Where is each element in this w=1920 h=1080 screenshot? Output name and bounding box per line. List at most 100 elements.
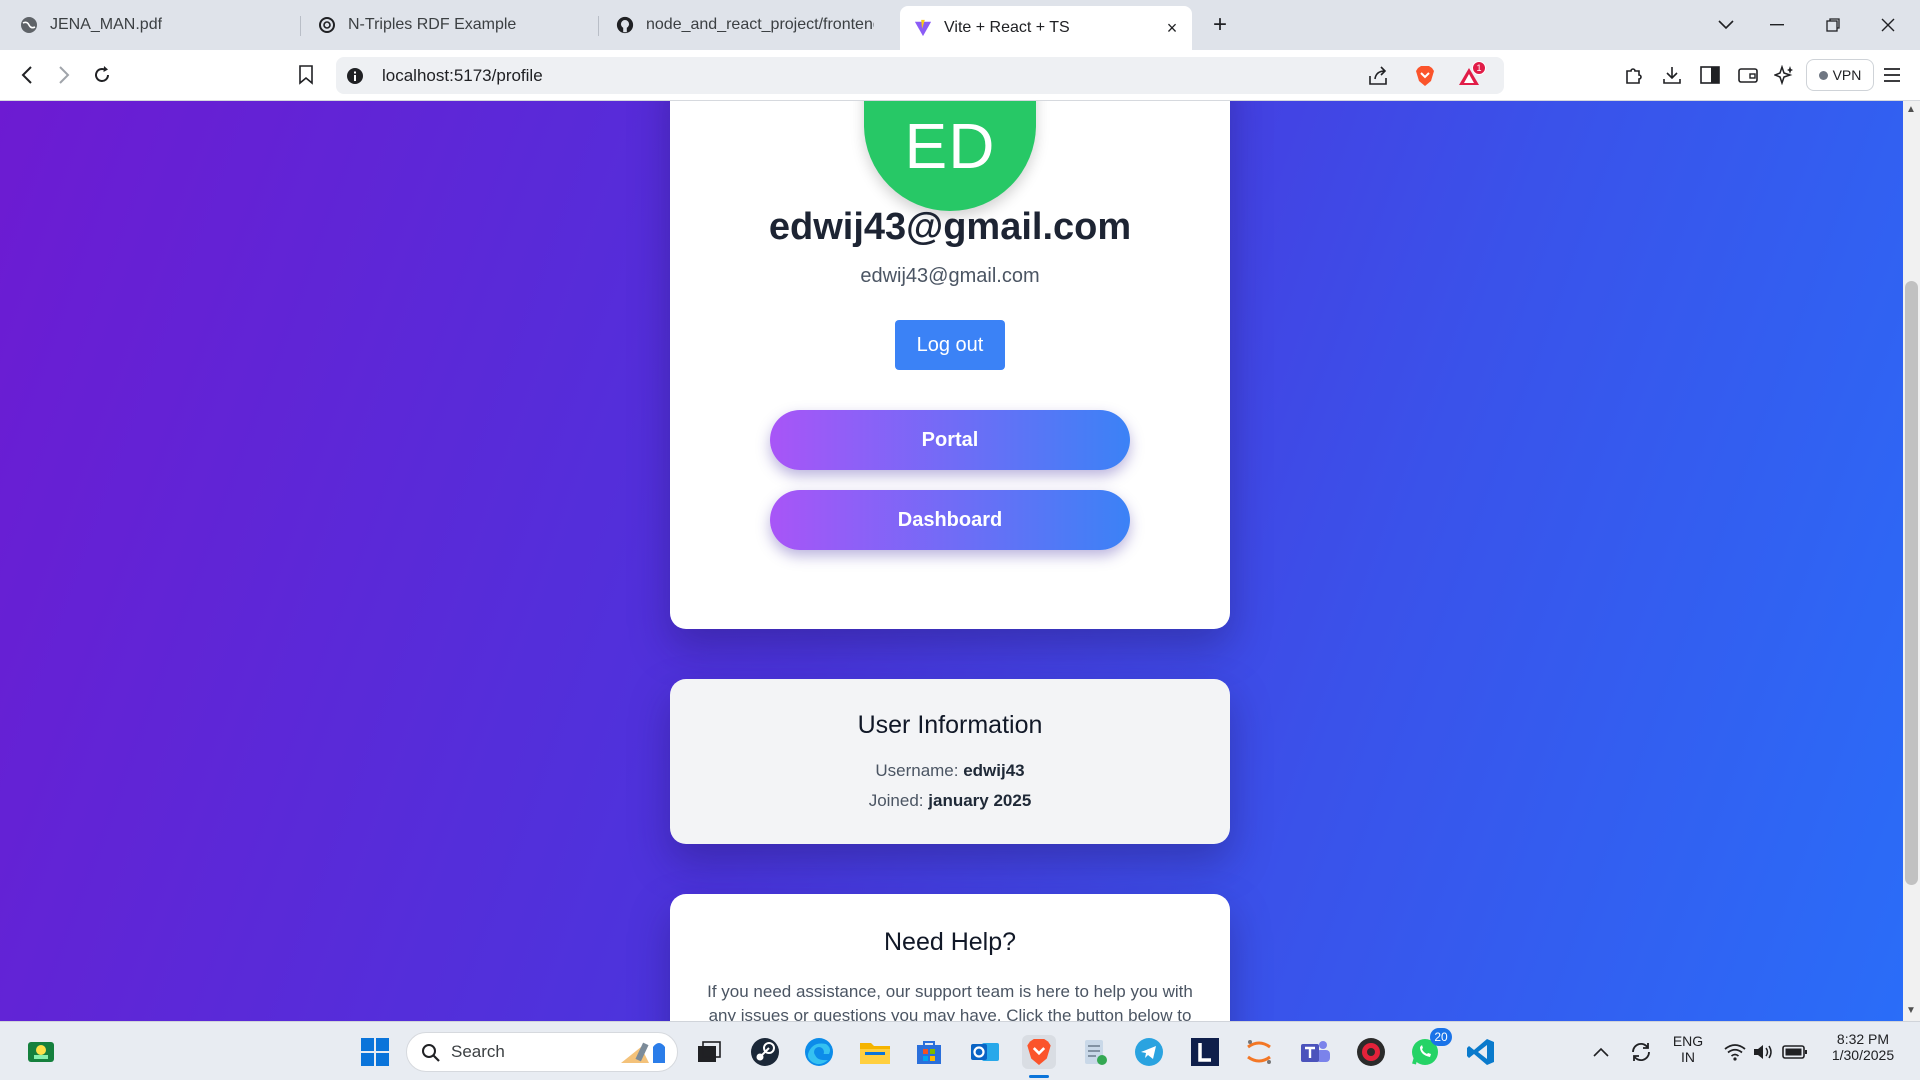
tab-separator	[300, 16, 301, 36]
whatsapp-icon[interactable]: 20	[1408, 1028, 1452, 1069]
joined-row: Joined: january 2025	[670, 791, 1230, 811]
avatar: ED	[864, 101, 1036, 211]
portal-button[interactable]: Portal	[770, 410, 1130, 470]
brave-browser-icon[interactable]	[1022, 1035, 1056, 1078]
globe-icon	[20, 16, 38, 34]
tab-vite-react[interactable]: Vite + React + TS ×	[900, 6, 1192, 50]
help-text: If you need assistance, our support team…	[707, 982, 1193, 1021]
vpn-label: VPN	[1832, 67, 1862, 83]
github-icon	[616, 16, 634, 34]
scroll-up-icon[interactable]: ▲	[1906, 104, 1916, 115]
help-title: Need Help?	[883, 928, 1017, 956]
tab-jena-man[interactable]: JENA_MAN.pdf	[6, 6, 296, 44]
davinci-icon[interactable]	[1354, 1035, 1388, 1069]
joined-label: Joined:	[868, 791, 924, 810]
new-tab-button[interactable]: +	[1200, 8, 1240, 42]
search-icon	[421, 1043, 441, 1068]
outlook-icon[interactable]	[968, 1035, 1002, 1069]
tab-label: node_and_react_project/frontend/sr	[646, 16, 874, 33]
battery-icon[interactable]	[1778, 1035, 1812, 1069]
browser-tab-strip: JENA_MAN.pdf N-Triples RDF Example node_…	[0, 0, 1920, 50]
tab-label: Vite + React + TS	[944, 19, 1070, 36]
jupyter-icon[interactable]	[1242, 1035, 1276, 1069]
notepad-icon[interactable]	[1078, 1035, 1112, 1069]
language-code: ENG	[1672, 1033, 1704, 1049]
clock-time: 8:32 PM	[1836, 1031, 1890, 1047]
reload-icon[interactable]	[86, 59, 118, 91]
menu-icon[interactable]	[1876, 59, 1908, 91]
chevron-up-icon[interactable]	[1584, 1035, 1618, 1069]
username-row: Username: edwij43	[670, 761, 1230, 781]
vpn-button[interactable]: VPN	[1806, 59, 1874, 91]
dashboard-button[interactable]: Dashboard	[770, 490, 1130, 550]
start-icon[interactable]	[358, 1035, 392, 1069]
profile-name: edwij43@gmail.com	[768, 206, 1132, 248]
vite-icon	[914, 19, 932, 37]
taskbar-search[interactable]: Search	[406, 1032, 678, 1072]
task-view-icon[interactable]	[692, 1035, 726, 1069]
vpn-status-icon	[1818, 70, 1828, 80]
site-info-icon[interactable]	[342, 63, 368, 89]
search-highlight-icon	[619, 1037, 671, 1072]
restore-icon[interactable]	[1813, 8, 1853, 42]
l-app-icon[interactable]	[1188, 1035, 1222, 1069]
extensions-icon[interactable]	[1618, 59, 1650, 91]
joined-value: january 2025	[928, 791, 1032, 810]
clock[interactable]: 8:32 PM 1/30/2025	[1818, 1031, 1908, 1063]
windows-taskbar: Search 20 ENG IN 8:32 PM 1/30/2025	[0, 1021, 1920, 1080]
whatsapp-badge: 20	[1430, 1028, 1452, 1046]
tab-ntriples[interactable]: N-Triples RDF Example	[304, 6, 594, 44]
scroll-down-icon[interactable]: ▼	[1906, 1005, 1916, 1016]
sync-icon[interactable]	[1624, 1035, 1658, 1069]
tab-search-chevron-icon[interactable]	[1706, 8, 1746, 42]
edge-icon[interactable]	[802, 1035, 836, 1069]
tab-label: JENA_MAN.pdf	[50, 16, 163, 33]
close-window-icon[interactable]	[1868, 8, 1908, 42]
address-bar[interactable]: localhost:5173/profile 1	[336, 57, 1504, 94]
leo-ai-icon[interactable]	[1768, 59, 1800, 91]
page-viewport[interactable]: ED edwij43@gmail.com edwij43@gmail.com L…	[0, 101, 1903, 1021]
sidebar-icon[interactable]	[1694, 59, 1726, 91]
bookmark-icon[interactable]	[290, 59, 322, 91]
share-icon[interactable]	[1366, 63, 1392, 89]
avatar-initials: ED	[904, 110, 996, 182]
volume-icon[interactable]	[1746, 1035, 1780, 1069]
username-value: edwij43	[963, 761, 1025, 780]
brave-rewards-icon[interactable]: 1	[1456, 61, 1486, 89]
active-app-indicator	[1029, 1075, 1049, 1078]
microsoft-store-icon[interactable]	[912, 1035, 946, 1069]
rewards-badge: 1	[1472, 61, 1486, 75]
help-card: Need Help? If you need assistance, our s…	[670, 894, 1230, 1021]
openai-icon	[318, 16, 336, 34]
forward-icon[interactable]	[48, 59, 80, 91]
brave-shields-icon[interactable]	[1412, 63, 1438, 89]
profile-email: edwij43@gmail.com	[860, 265, 1040, 287]
url-text[interactable]: localhost:5173/profile	[382, 66, 543, 86]
back-icon[interactable]	[11, 59, 43, 91]
telegram-icon[interactable]	[1132, 1035, 1166, 1069]
minimize-icon[interactable]	[1757, 8, 1797, 42]
tab-separator	[598, 16, 599, 36]
tab-label: N-Triples RDF Example	[348, 16, 517, 33]
teams-icon[interactable]	[1298, 1035, 1332, 1069]
widgets-icon[interactable]	[24, 1035, 58, 1069]
user-information-title: User Information	[857, 711, 1043, 739]
wallet-icon[interactable]	[1732, 59, 1764, 91]
tab-github[interactable]: node_and_react_project/frontend/sr	[602, 6, 888, 44]
browser-toolbar: localhost:5173/profile 1 VPN	[0, 50, 1920, 101]
close-tab-icon[interactable]: ×	[1162, 18, 1182, 38]
search-placeholder: Search	[451, 1042, 505, 1061]
profile-card: ED edwij43@gmail.com edwij43@gmail.com L…	[670, 101, 1230, 629]
file-explorer-icon[interactable]	[858, 1035, 892, 1069]
username-label: Username:	[875, 761, 959, 780]
clock-date: 1/30/2025	[1831, 1047, 1895, 1063]
steam-icon[interactable]	[748, 1035, 782, 1069]
language-indicator[interactable]: ENG IN	[1666, 1033, 1710, 1065]
page-scrollbar[interactable]: ▲ ▼	[1903, 101, 1920, 1021]
scrollbar-thumb[interactable]	[1905, 281, 1918, 885]
logout-button[interactable]: Log out	[895, 320, 1005, 370]
language-region: IN	[1681, 1049, 1695, 1065]
vscode-icon[interactable]	[1464, 1035, 1498, 1069]
download-icon[interactable]	[1656, 59, 1688, 91]
user-information-card: User Information Username: edwij43 Joine…	[670, 679, 1230, 844]
